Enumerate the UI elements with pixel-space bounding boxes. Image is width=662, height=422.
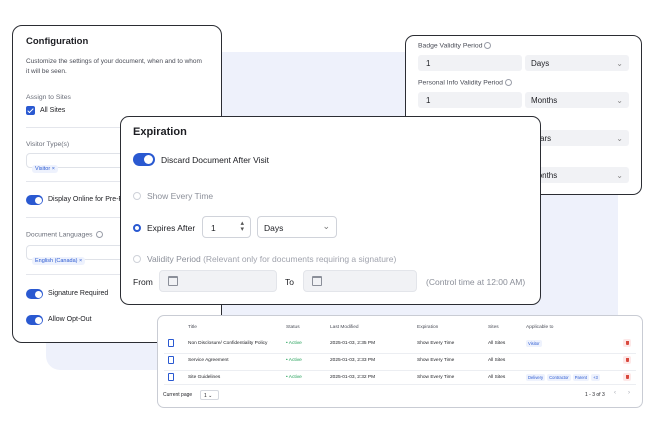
validity-row-label: Badge Validity Period [418, 42, 492, 49]
applicable-chip: Parent [572, 374, 590, 381]
column-header[interactable]: Sites [488, 325, 499, 330]
cell-modified: 2025-01-03, 2:33 PM [330, 358, 376, 363]
language-chip[interactable]: English (Canada) × [32, 257, 86, 265]
stepper-arrows-icon[interactable]: ▴ ▾ [240, 220, 244, 233]
current-page-label: Current page [163, 392, 193, 398]
column-header[interactable]: Status [286, 325, 300, 330]
configuration-description: Customize the settings of your document,… [26, 58, 202, 75]
validity-unit-select[interactable]: Months ⌄ [525, 92, 629, 108]
document-icon [168, 373, 174, 381]
cell-status: • Active [286, 358, 302, 363]
checkbox-checked-icon [26, 106, 35, 115]
assign-sites-label: Assign to Sites [26, 94, 71, 101]
doc-languages-label: Document Languages [26, 231, 104, 238]
column-header[interactable]: Title [188, 325, 197, 330]
expiration-title: Expiration [133, 126, 187, 138]
document-icon [168, 339, 174, 347]
applicable-chip: Contractor [547, 374, 571, 381]
expires-after-stepper[interactable]: 1 ▴ ▾ [202, 216, 251, 238]
to-label: To [285, 277, 294, 287]
cell-expiration: Show Every Time [417, 341, 455, 346]
chevron-down-icon: ⌄ [616, 170, 623, 180]
display-online-toggle[interactable] [26, 195, 43, 205]
info-icon[interactable] [504, 79, 512, 86]
info-icon[interactable] [484, 42, 492, 49]
divider [164, 384, 636, 385]
cell-sites: All Sites [488, 341, 506, 346]
expires-unit-select[interactable]: Days ⌄ [257, 216, 337, 238]
document-icon [168, 356, 174, 364]
cell-status: • Active [286, 375, 302, 380]
expiration-card: Expiration Discard Document After Visit … [120, 116, 541, 305]
signature-required-toggle[interactable] [26, 289, 43, 299]
chevron-down-icon: ⌄ [322, 221, 330, 231]
divider [164, 353, 636, 354]
delete-icon[interactable] [623, 339, 631, 347]
next-page-icon[interactable]: › [628, 390, 630, 396]
applicable-chip: Delivery [526, 374, 546, 381]
from-date-field[interactable] [159, 270, 277, 292]
visitor-chip[interactable]: Visitor × [32, 165, 58, 173]
calendar-icon [312, 276, 322, 286]
pagination-range: 1 - 3 of 3 [585, 392, 605, 398]
visitor-types-label: Visitor Type(s) [26, 141, 70, 148]
cell-applicable: Visitor [526, 340, 544, 347]
cell-title: Non Disclosure/ Confidentiality Policy [188, 341, 268, 346]
display-online-label: Display Online for Pre-R [48, 196, 124, 203]
calendar-icon [168, 276, 178, 286]
control-time-note: (Control time at 12:00 AM) [426, 277, 526, 287]
all-sites-label: All Sites [39, 107, 66, 114]
delete-icon[interactable] [623, 373, 631, 381]
chevron-down-icon: ⌄ [616, 133, 623, 143]
cell-expiration: Show Every Time [417, 358, 455, 363]
prev-page-icon[interactable]: ‹ [614, 390, 616, 396]
validity-row-label: Personal Info Validity Period [418, 79, 512, 86]
discard-after-visit-label: Discard Document After Visit [161, 155, 270, 165]
expires-after-radio[interactable] [133, 224, 141, 232]
all-sites-checkbox[interactable]: All Sites [26, 106, 65, 115]
column-header[interactable]: Last Modified [330, 325, 359, 330]
to-date-field[interactable] [303, 270, 417, 292]
documents-table-card: Title Status Last Modified Expiration Sites A… [157, 315, 643, 408]
applicable-chip: Visitor [526, 340, 542, 347]
chevron-down-icon: ⌄ [616, 95, 623, 105]
cell-status: • Active [286, 341, 302, 346]
page-select[interactable]: 1 ⌄ [200, 390, 219, 400]
chevron-down-icon: ⌄ [208, 393, 213, 399]
validity-period-radio[interactable] [133, 255, 141, 263]
column-header[interactable]: Expiration [417, 325, 438, 330]
from-label: From [133, 277, 153, 287]
cell-modified: 2025-01-03, 2:35 PM [330, 341, 376, 346]
validity-period-label: Validity Period (Relevant only for docum… [147, 254, 397, 264]
applicable-chip: +3 [591, 374, 600, 381]
info-icon[interactable] [96, 231, 104, 238]
cell-modified: 2025-01-03, 2:32 PM [330, 375, 376, 380]
divider [164, 370, 636, 371]
cell-sites: All Sites [488, 375, 506, 380]
configuration-title: Configuration [26, 36, 89, 47]
allow-opt-out-toggle[interactable] [26, 315, 43, 325]
chevron-down-icon: ⌄ [616, 58, 623, 68]
cell-expiration: Show Every Time [417, 375, 455, 380]
signature-required-label: Signature Required [48, 290, 109, 297]
delete-icon[interactable] [623, 356, 631, 364]
cell-title: Service Agreement [188, 358, 229, 363]
column-header[interactable]: Applicable to [526, 325, 553, 330]
validity-value-input[interactable]: 1 [418, 55, 522, 71]
cell-sites: All Sites [488, 358, 506, 363]
show-every-time-radio[interactable] [133, 192, 141, 200]
cell-applicable: Delivery Contractor Parent +3 [526, 374, 602, 381]
expires-after-label: Expires After [147, 223, 196, 233]
validity-value-input[interactable]: 1 [418, 92, 522, 108]
cell-title: Site Guidelines [188, 375, 221, 380]
validity-unit-select[interactable]: Days ⌄ [525, 55, 629, 71]
discard-after-visit-toggle[interactable] [133, 153, 155, 166]
show-every-time-label: Show Every Time [147, 191, 214, 201]
allow-opt-out-label: Allow Opt-Out [48, 316, 92, 323]
